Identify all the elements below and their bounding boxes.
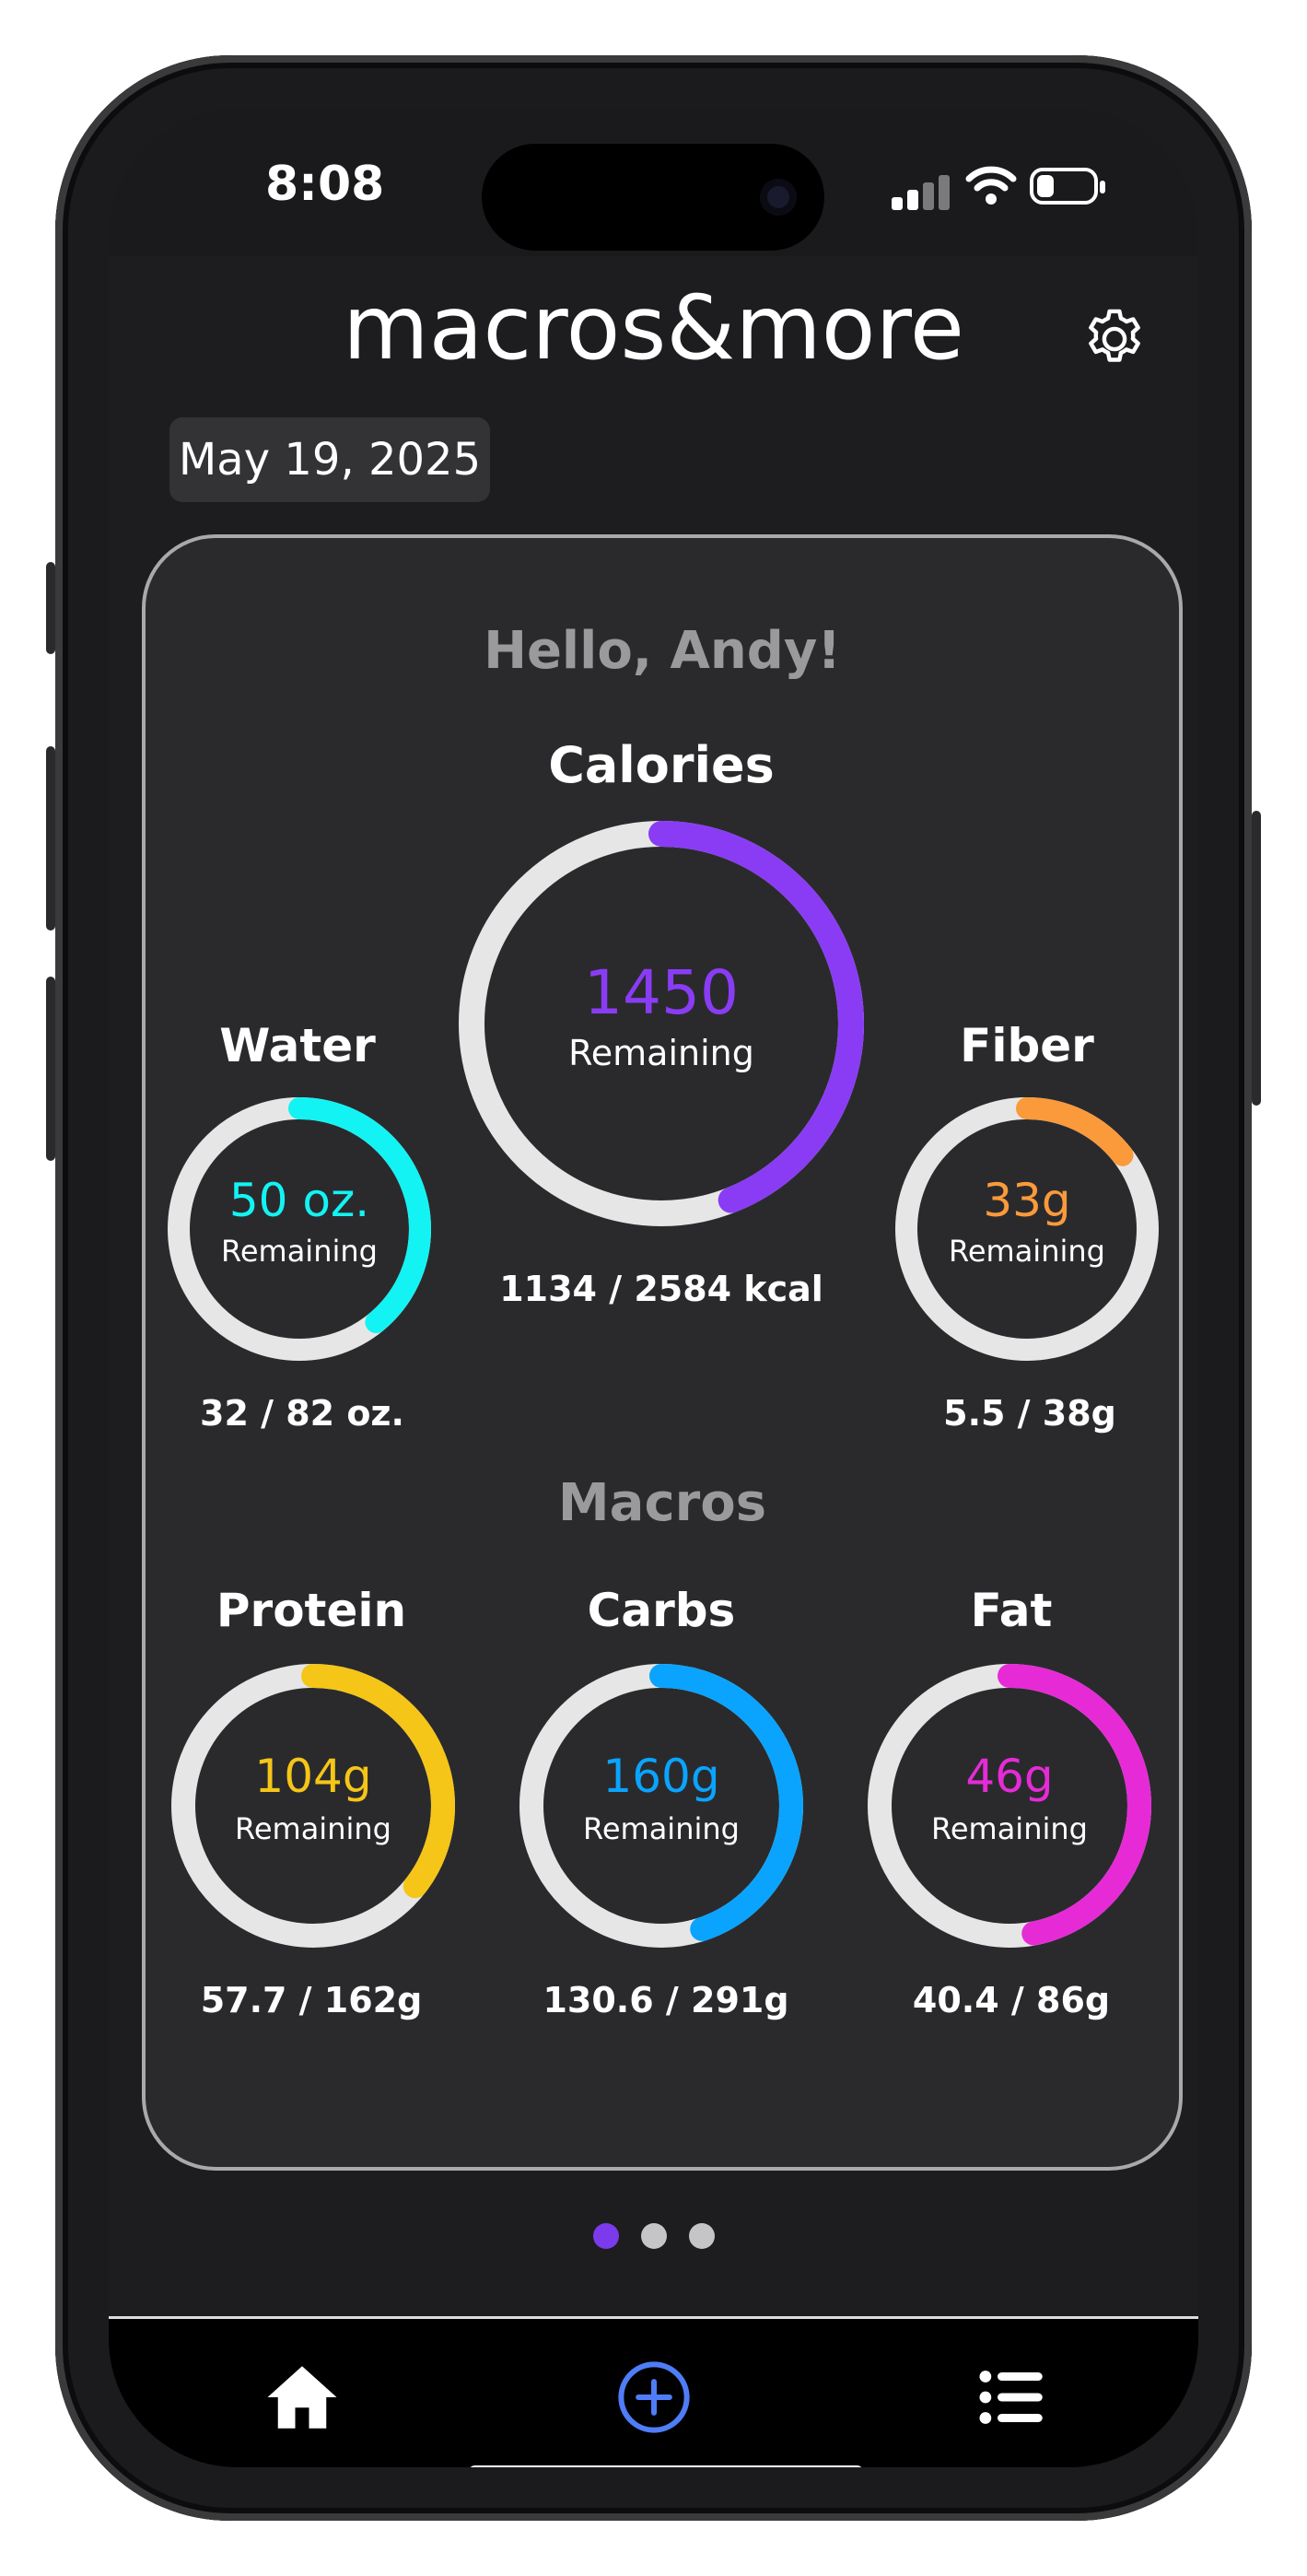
dynamic-island	[482, 144, 824, 251]
calories-title: Calories	[548, 736, 775, 794]
app-title: macros&more	[343, 276, 964, 380]
status-bar: 8:08	[109, 109, 1198, 256]
fat-ring[interactable]: 46g Remaining	[866, 1662, 1153, 1950]
carbs-total: 130.6 / 291g	[543, 1980, 789, 2020]
page-dot[interactable]	[640, 2223, 667, 2249]
volume-up-button	[46, 746, 55, 931]
list-icon[interactable]	[970, 2356, 1053, 2439]
carbs-progress-ring	[519, 1664, 803, 1948]
camera-icon	[760, 179, 797, 216]
calories-remaining-value: 1450	[584, 957, 739, 1028]
fiber-remaining-value: 33g	[983, 1174, 1071, 1227]
carbs-remaining-label: Remaining	[583, 1811, 740, 1846]
water-remaining-value: 50 oz.	[228, 1174, 370, 1227]
page-dot[interactable]	[592, 2223, 619, 2249]
carbs-title: Carbs	[587, 1584, 736, 1637]
date-selector[interactable]: May 19, 2025	[169, 417, 490, 502]
fat-remaining-label: Remaining	[931, 1811, 1088, 1846]
carbs-remaining-value: 160g	[602, 1750, 720, 1803]
volume-down-button	[46, 977, 55, 1161]
greeting: Hello, Andy!	[484, 621, 841, 681]
wifi-icon	[965, 166, 1017, 205]
page-dot[interactable]	[688, 2223, 715, 2249]
fiber-progress-ring	[895, 1097, 1159, 1361]
signal-icon	[892, 175, 954, 210]
protein-progress-ring	[171, 1664, 455, 1948]
calories-ring[interactable]: 1450 Remaining	[457, 819, 866, 1228]
power-button	[1252, 811, 1261, 1106]
fat-remaining-value: 46g	[965, 1750, 1054, 1803]
protein-total: 57.7 / 162g	[200, 1980, 423, 2020]
water-remaining-label: Remaining	[221, 1234, 378, 1269]
protein-title: Protein	[216, 1584, 407, 1637]
calories-remaining-label: Remaining	[568, 1033, 754, 1073]
fat-total: 40.4 / 86g	[912, 1980, 1111, 2020]
page-indicator[interactable]	[109, 2223, 1198, 2253]
add-circle-icon[interactable]	[613, 2356, 695, 2439]
summary-card: Hello, Andy! Calories 1450 Remaining 113…	[142, 534, 1183, 2171]
fiber-total: 5.5 / 38g	[943, 1393, 1116, 1434]
tab-bar	[109, 2316, 1198, 2467]
fiber-remaining-label: Remaining	[949, 1234, 1105, 1269]
water-progress-ring	[168, 1097, 431, 1361]
protein-ring[interactable]: 104g Remaining	[169, 1662, 457, 1950]
protein-remaining-label: Remaining	[235, 1811, 391, 1846]
water-ring[interactable]: 50 oz. Remaining	[166, 1095, 433, 1363]
home-icon[interactable]	[261, 2356, 344, 2439]
clock: 8:08	[265, 157, 385, 212]
fat-progress-ring	[868, 1664, 1151, 1948]
fiber-title: Fiber	[960, 1019, 1094, 1072]
action-button	[46, 562, 55, 654]
screen: 8:08 macros&more May 19, 2025 Hello, And…	[109, 109, 1198, 2467]
water-title: Water	[219, 1019, 376, 1072]
settings-gear-icon[interactable]	[1079, 304, 1149, 374]
protein-remaining-value: 104g	[254, 1750, 372, 1803]
home-indicator	[468, 2465, 864, 2467]
macros-section-title: Macros	[557, 1473, 767, 1533]
battery-icon	[1030, 168, 1105, 205]
water-total: 32 / 82 oz.	[200, 1393, 404, 1434]
calories-total: 1134 / 2584 kcal	[499, 1269, 823, 1309]
fiber-ring[interactable]: 33g Remaining	[893, 1095, 1161, 1363]
carbs-ring[interactable]: 160g Remaining	[518, 1662, 805, 1950]
fat-title: Fat	[970, 1584, 1053, 1637]
